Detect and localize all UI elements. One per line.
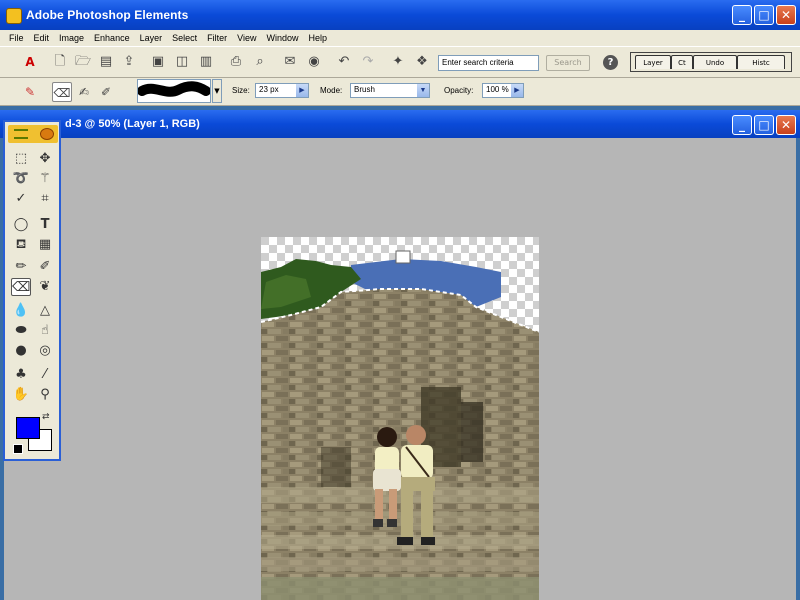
smudge-tool-icon[interactable]: ☝ — [35, 322, 55, 340]
save-for-web-icon[interactable]: ◫ — [174, 54, 190, 70]
eyedropper-tool-icon[interactable]: ⁄ — [35, 366, 55, 384]
app-title-bar[interactable]: Adobe Photoshop Elements _ □ ✕ — [0, 0, 800, 30]
mode-value: Brush — [354, 85, 375, 94]
hand-tool-icon[interactable]: ✋ — [11, 386, 31, 404]
search-button[interactable]: Search — [546, 55, 590, 71]
document-title-bar[interactable]: d-3 @ 50% (Layer 1, RGB) _ □ ✕ — [0, 110, 800, 138]
red-eye-brush-tool-icon[interactable]: ◎ — [35, 342, 55, 360]
toolbox-grip-icon — [14, 129, 28, 139]
size-dropdown-arrow-icon[interactable]: ▶ — [296, 84, 308, 97]
palette-tab-histogram[interactable]: Histc — [737, 55, 785, 69]
mode-dropdown-arrow-icon[interactable]: ▼ — [417, 84, 429, 97]
step-backward-icon[interactable]: ↶ — [336, 54, 352, 70]
toolbox: ⬚ ✥ ➰ ⚚ ✓ ⌗ ◯ T ⛾ ▦ ✏ ✐ ⌫ ❦ 💧 △ ⬬ ☝ ● ◎ … — [3, 120, 61, 461]
magic-eraser-icon[interactable]: ✐ — [96, 82, 116, 102]
size-label: Size: — [232, 86, 250, 95]
brush-dropdown-arrow-icon[interactable]: ▼ — [212, 79, 222, 103]
lasso-tool-icon[interactable]: ➰ — [11, 170, 31, 188]
maximize-button[interactable]: □ — [754, 5, 774, 25]
eraser-tool-icon[interactable]: ✎ — [20, 82, 40, 102]
step-forward-icon[interactable]: ↷ — [360, 54, 376, 70]
new-file-icon[interactable]: 🗋 — [52, 54, 68, 70]
foreground-color-swatch[interactable] — [16, 417, 40, 439]
menu-select[interactable]: Select — [167, 33, 202, 43]
default-colors-icon[interactable] — [13, 444, 23, 454]
menu-enhance[interactable]: Enhance — [89, 33, 135, 43]
delete-icon[interactable]: ▥ — [198, 54, 214, 70]
search-input[interactable]: Enter search criteria — [438, 55, 539, 71]
photoshop-elements-app-icon — [6, 8, 22, 24]
brush-tool-icon[interactable]: ✏ — [11, 258, 31, 276]
menu-filter[interactable]: Filter — [202, 33, 232, 43]
swap-colors-icon[interactable]: ⇄ — [42, 412, 50, 422]
menu-layer[interactable]: Layer — [135, 33, 168, 43]
document-close-button[interactable]: ✕ — [776, 115, 796, 135]
opacity-field[interactable]: 100 % ▶ — [482, 83, 524, 98]
quick-fix-icon[interactable]: ✦ — [390, 54, 406, 70]
document-title: d-3 @ 50% (Layer 1, RGB) — [65, 118, 200, 130]
palette-tab-undo[interactable]: Undo — [693, 55, 737, 69]
menu-help[interactable]: Help — [303, 33, 332, 43]
eraser-tool-active-icon[interactable]: ⌫ — [11, 278, 31, 296]
opacity-dropdown-arrow-icon[interactable]: ▶ — [511, 84, 523, 97]
document-image[interactable] — [261, 237, 539, 600]
help-icon[interactable]: ? — [603, 55, 618, 70]
close-button[interactable]: ✕ — [776, 5, 796, 25]
email-icon[interactable]: ✉ — [282, 54, 298, 70]
menu-edit[interactable]: Edit — [29, 33, 55, 43]
menu-window[interactable]: Window — [261, 33, 303, 43]
toolbox-header[interactable] — [8, 125, 58, 143]
move-tool-icon[interactable]: ✥ — [35, 150, 55, 168]
online-services-icon[interactable]: ◉ — [306, 54, 322, 70]
palette-tab-layers[interactable]: Layer — [635, 55, 671, 69]
size-field[interactable]: 23 px ▶ — [255, 83, 309, 98]
photo-ruins-couple — [261, 237, 539, 600]
size-value: 23 px — [259, 85, 279, 94]
opacity-label: Opacity: — [444, 86, 474, 95]
document-maximize-button[interactable]: □ — [754, 115, 774, 135]
opacity-value: 100 % — [486, 85, 509, 94]
eraser-variant-icon[interactable]: ⌫ — [52, 82, 72, 102]
toolbox-logo-icon — [40, 128, 54, 140]
clone-stamp-tool-icon[interactable]: ♣ — [11, 366, 31, 384]
background-eraser-icon[interactable]: ✍ — [74, 82, 94, 102]
open-file-icon[interactable]: 🗁 — [75, 54, 91, 70]
app-title: Adobe Photoshop Elements — [26, 8, 189, 22]
gradient-tool-icon[interactable]: ▦ — [35, 236, 55, 254]
marquee-tool-icon[interactable]: ⬚ — [11, 150, 31, 168]
shortcuts-bar: A 🗋 🗁 ▤ ⇪ ▣ ◫ ▥ ⎙ ⌕ ✉ ◉ ↶ ↷ ✦ ❖ Enter se… — [0, 46, 800, 78]
mode-select[interactable]: Brush ▼ — [350, 83, 430, 98]
crop-tool-icon[interactable]: ⌗ — [35, 190, 55, 208]
magic-wand-tool-icon[interactable]: ⚚ — [35, 170, 55, 188]
burn-tool-icon[interactable]: ● — [11, 342, 31, 360]
print-preview-icon[interactable]: ⌕ — [252, 54, 268, 70]
impressionist-brush-tool-icon[interactable]: ❦ — [35, 278, 55, 296]
minimize-button[interactable]: _ — [732, 5, 752, 25]
menu-bar: File Edit Image Enhance Layer Select Fil… — [0, 30, 800, 46]
browse-icon[interactable]: ▤ — [98, 54, 114, 70]
menu-image[interactable]: Image — [54, 33, 89, 43]
type-tool-icon[interactable]: T — [35, 216, 55, 234]
zoom-magnifier-tool-icon[interactable]: ⚲ — [35, 386, 55, 404]
print-icon[interactable]: ⎙ — [228, 54, 244, 70]
save-icon[interactable]: ▣ — [150, 54, 166, 70]
menu-file[interactable]: File — [4, 33, 29, 43]
selection-brush-tool-icon[interactable]: ✓ — [11, 190, 31, 208]
menu-view[interactable]: View — [232, 33, 261, 43]
adobe-logo-icon: A — [25, 55, 35, 69]
sharpen-tool-icon[interactable]: △ — [35, 302, 55, 320]
recipes-icon[interactable]: ❖ — [414, 54, 430, 70]
zoom-tool-icon[interactable]: ◯ — [11, 216, 31, 234]
document-minimize-button[interactable]: _ — [732, 115, 752, 135]
palette-well: Layer Ct Undo Histc — [630, 52, 792, 72]
mode-label: Mode: — [320, 86, 343, 95]
palette-tab-color[interactable]: Ct — [671, 55, 693, 69]
brush-preset-picker[interactable] — [137, 79, 211, 103]
pencil-tool-icon[interactable]: ✐ — [35, 258, 55, 276]
paint-bucket-tool-icon[interactable]: ⛾ — [11, 236, 31, 254]
brush-stroke-icon — [137, 81, 211, 97]
import-icon[interactable]: ⇪ — [121, 54, 137, 70]
sponge-tool-icon[interactable]: ⬬ — [11, 322, 31, 340]
blur-tool-icon[interactable]: 💧 — [11, 302, 31, 320]
